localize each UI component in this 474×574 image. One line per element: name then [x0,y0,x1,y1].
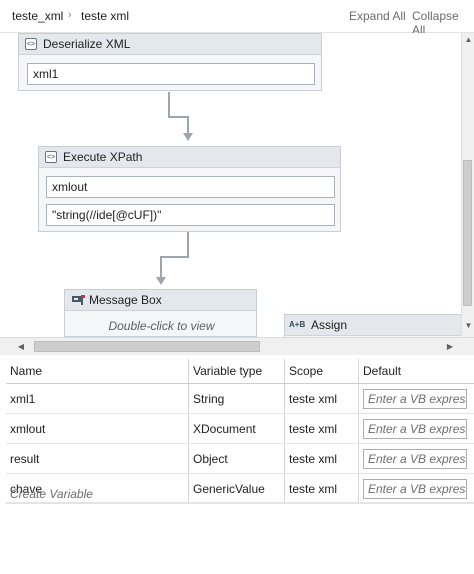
xpath-expression-input[interactable]: "string(//ide[@cUF])" [46,204,335,226]
xpath-input-document[interactable]: xmlout [46,176,335,198]
scroll-up-icon[interactable]: ▲ [463,35,474,44]
message-box-activity[interactable]: Message Box Double-click to view [64,289,257,337]
breadcrumb-item-sequence[interactable]: teste xml [81,9,129,23]
column-header-default[interactable]: Default [358,359,474,384]
xml-activity-icon: <> [25,38,37,50]
assign-icon: A+B [289,320,306,329]
activity-header: Message Box [65,290,256,311]
assign-activity[interactable]: A+B Assign [284,314,461,337]
arrow-down-icon [183,133,193,141]
variable-name[interactable]: xml1 [6,383,189,414]
variable-default-cell: Enter a VB expression [358,443,474,474]
activity-title: Assign [311,318,348,332]
variable-default-cell: Enter a VB expression [358,383,474,414]
create-variable-link[interactable]: Create Variable [10,487,93,501]
variable-scope[interactable]: teste xml [284,473,359,504]
default-value-input[interactable]: Enter a VB expression [363,478,467,499]
deserialize-xml-activity[interactable]: <> Deserialize XML xml1 [18,33,322,91]
connector-line [168,116,188,118]
connector-line [160,256,162,277]
chevron-right-icon: › [68,9,72,21]
expand-all-button[interactable]: Expand All [349,9,406,23]
variable-default-cell: Enter a VB expression [358,473,474,504]
table-row[interactable]: xml1 String teste xml Enter a VB express… [6,383,474,414]
variable-type[interactable]: Object [188,443,285,474]
default-value-input[interactable]: Enter a VB expression [363,448,467,469]
variable-scope[interactable]: teste xml [284,413,359,444]
activity-title: Execute XPath [63,150,143,164]
column-header-scope[interactable]: Scope [284,359,359,384]
default-value-input[interactable]: Enter a VB expression [363,388,467,409]
horizontal-scrollbar[interactable]: ◀ ▶ [0,337,474,355]
activity-header: A+B Assign [285,315,461,336]
connector-line [168,92,170,117]
execute-xpath-activity[interactable]: <> Execute XPath xmlout "string(//ide[@c… [38,146,341,232]
designer-canvas[interactable]: <> Deserialize XML xml1 <> Execute XPath… [0,33,461,337]
variable-name[interactable]: result [6,443,189,474]
scroll-right-icon[interactable]: ▶ [445,342,455,351]
column-header-name[interactable]: Name [6,359,189,384]
variable-default-cell: Enter a VB expression [358,413,474,444]
activity-title: Deserialize XML [43,37,131,51]
variable-type[interactable]: String [188,383,285,414]
scroll-down-icon[interactable]: ▼ [463,321,474,330]
variables-table: Name Variable type Scope Default xml1 St… [6,359,474,504]
connector-line [187,116,189,133]
variable-name[interactable]: xmlout [6,413,189,444]
variable-scope[interactable]: teste xml [284,443,359,474]
column-header-type[interactable]: Variable type [188,359,285,384]
xml-string-input[interactable]: xml1 [27,63,315,85]
connector-line [187,232,189,257]
activity-header: <> Execute XPath [39,147,340,168]
breadcrumb-bar: teste_xml › teste xml Expand All Collaps… [0,0,474,37]
divider [6,502,474,503]
connector-line [160,256,189,258]
activity-title: Message Box [89,293,162,307]
variable-scope[interactable]: teste xml [284,383,359,414]
activity-header: <> Deserialize XML [19,34,321,55]
breadcrumb-item-workflow[interactable]: teste_xml [12,9,63,23]
default-value-input[interactable]: Enter a VB expression [363,418,467,439]
table-header-row: Name Variable type Scope Default [6,359,474,384]
xml-activity-icon: <> [45,151,57,163]
table-row[interactable]: xmlout XDocument teste xml Enter a VB ex… [6,413,474,444]
arrow-down-icon [156,277,166,285]
double-click-hint: Double-click to view [108,319,215,333]
variable-type[interactable]: XDocument [188,413,285,444]
message-box-icon [71,294,85,306]
table-row[interactable]: result Object teste xml Enter a VB expre… [6,443,474,474]
scroll-left-icon[interactable]: ◀ [16,342,26,351]
vertical-scroll-thumb[interactable] [463,160,472,306]
horizontal-scroll-thumb[interactable] [34,341,260,352]
variable-type[interactable]: GenericValue [188,473,285,504]
